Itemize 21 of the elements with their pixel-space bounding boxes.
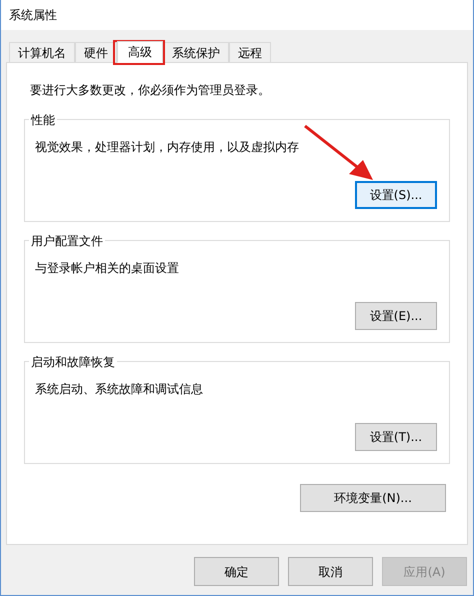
group-title: 用户配置文件	[29, 232, 105, 250]
group-description: 系统启动、系统故障和调试信息	[35, 381, 204, 398]
group-title: 性能	[29, 111, 57, 129]
window-title: 系统属性	[9, 7, 57, 24]
pointer-arrow	[303, 124, 375, 182]
settings-button[interactable]: 设置(T)...	[355, 423, 437, 451]
settings-button[interactable]: 设置(E)...	[355, 302, 437, 330]
highlight-box	[113, 40, 165, 65]
tab[interactable]: 远程	[229, 42, 271, 62]
tab[interactable]: 计算机名	[9, 42, 75, 62]
dialog-button[interactable]: 取消	[288, 557, 373, 586]
dialog-button[interactable]: 确定	[194, 557, 279, 586]
tab[interactable]: 硬件	[75, 42, 117, 62]
environment-variables-button[interactable]: 环境变量(N)...	[300, 484, 446, 512]
settings-button[interactable]: 设置(S)...	[355, 181, 437, 209]
group-title: 启动和故障恢复	[29, 353, 117, 371]
tab[interactable]: 高级	[117, 41, 163, 63]
group-description: 视觉效果，处理器计划，内存使用，以及虚拟内存	[35, 139, 300, 156]
notice-text: 要进行大多数更改，你必须作为管理员登录。	[30, 82, 271, 99]
tab[interactable]: 系统保护	[163, 42, 229, 62]
group-description: 与登录帐户相关的桌面设置	[35, 260, 180, 277]
